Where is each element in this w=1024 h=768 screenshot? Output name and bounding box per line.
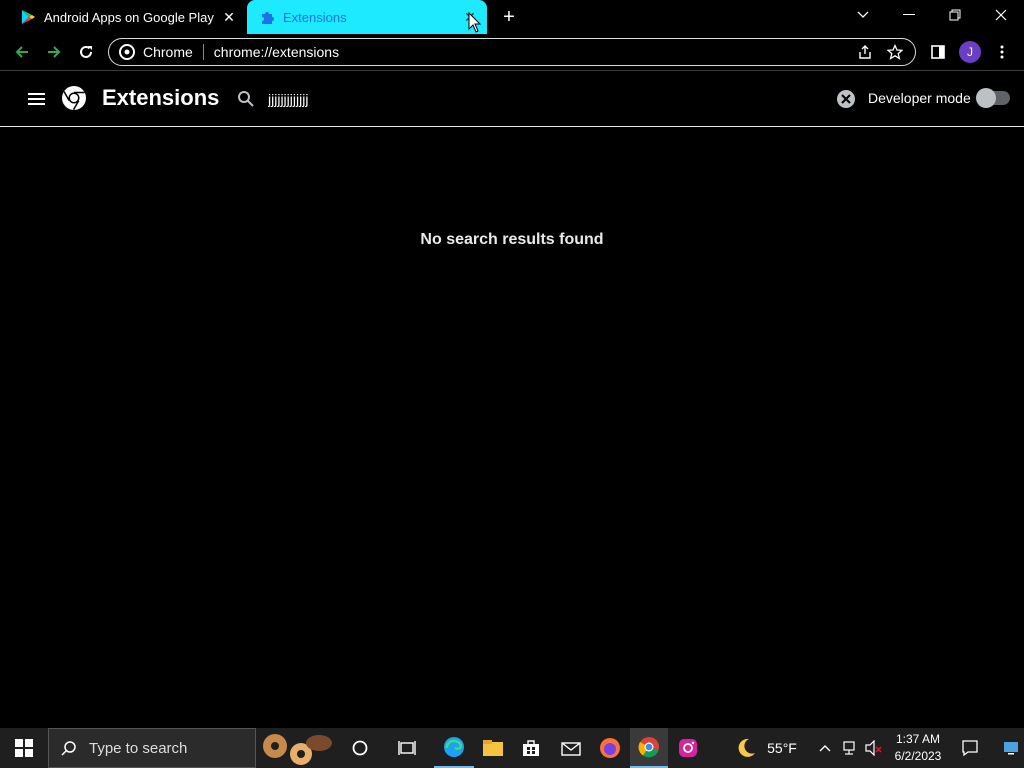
site-chip: Chrome bbox=[143, 44, 204, 60]
store-icon[interactable] bbox=[512, 728, 550, 768]
restore-button[interactable] bbox=[932, 0, 978, 30]
notifications-icon[interactable] bbox=[952, 728, 988, 768]
clear-search-icon[interactable] bbox=[836, 89, 856, 109]
page-title: Extensions bbox=[102, 85, 220, 110]
chrome-icon bbox=[119, 44, 135, 60]
tab-title: Extensions bbox=[283, 9, 347, 25]
show-hidden-icons-icon[interactable] bbox=[812, 728, 838, 768]
edge-icon[interactable] bbox=[434, 728, 474, 768]
puzzle-icon bbox=[259, 9, 275, 25]
minimize-button[interactable] bbox=[886, 0, 932, 30]
search-placeholder: Type to search bbox=[89, 739, 188, 757]
windows-logo-icon bbox=[15, 739, 33, 757]
tab-extensions[interactable]: Extensions ✕ bbox=[247, 0, 487, 34]
address-bar[interactable]: Chrome chrome://extensions bbox=[108, 38, 916, 66]
browser-toolbar: Chrome chrome://extensions J bbox=[0, 34, 1024, 70]
bookmark-star-icon[interactable] bbox=[885, 42, 905, 62]
developer-mode-toggle[interactable] bbox=[976, 88, 1010, 108]
avatar: J bbox=[959, 41, 981, 63]
search-icon bbox=[61, 741, 76, 756]
close-window-button[interactable] bbox=[978, 0, 1024, 30]
windows-taskbar: Type to search 55°F 1:37 AM 6/2/2023 bbox=[0, 728, 1024, 768]
extensions-header: Extensions Developer mode bbox=[0, 71, 1024, 126]
search-highlight-donuts-icon[interactable] bbox=[258, 728, 336, 768]
toggle-knob bbox=[976, 88, 996, 108]
close-icon[interactable]: ✕ bbox=[220, 8, 238, 26]
side-panel-icon[interactable] bbox=[926, 40, 950, 64]
taskbar-search-box[interactable]: Type to search bbox=[48, 728, 256, 768]
volume-muted-icon[interactable] bbox=[862, 728, 886, 768]
developer-mode-label: Developer mode bbox=[868, 90, 971, 106]
tab-title: Android Apps on Google Play bbox=[44, 9, 214, 25]
start-button[interactable] bbox=[0, 728, 48, 768]
forward-button[interactable] bbox=[40, 38, 68, 66]
search-extensions-input[interactable] bbox=[268, 87, 808, 111]
back-button[interactable] bbox=[8, 38, 36, 66]
tab-strip: Android Apps on Google Play ✕ Extensions… bbox=[0, 0, 1024, 34]
weather-widget[interactable]: 55°F bbox=[724, 728, 808, 768]
taskbar-clock[interactable]: 1:37 AM 6/2/2023 bbox=[888, 731, 948, 765]
clock-time: 1:37 AM bbox=[895, 732, 941, 746]
share-icon[interactable] bbox=[855, 42, 875, 62]
cortana-icon[interactable] bbox=[340, 728, 380, 768]
hamburger-menu-icon[interactable] bbox=[26, 88, 48, 110]
google-play-icon bbox=[20, 9, 36, 25]
header-divider bbox=[0, 126, 1024, 127]
mouse-cursor-icon bbox=[468, 11, 482, 34]
reload-button[interactable] bbox=[72, 38, 100, 66]
clock-date: 6/2/2023 bbox=[894, 749, 942, 763]
network-icon[interactable] bbox=[838, 728, 862, 768]
search-icon[interactable] bbox=[237, 90, 255, 108]
moon-icon bbox=[738, 738, 756, 757]
url-text[interactable]: chrome://extensions bbox=[214, 44, 855, 60]
menu-icon[interactable] bbox=[990, 40, 1014, 64]
firefox-icon[interactable] bbox=[590, 728, 630, 768]
new-tab-button[interactable]: + bbox=[499, 7, 519, 27]
chrome-taskbar-icon[interactable] bbox=[630, 728, 668, 768]
instagram-icon[interactable] bbox=[668, 728, 708, 768]
empty-state-message: No search results found bbox=[420, 231, 604, 248]
tab-google-play[interactable]: Android Apps on Google Play ✕ bbox=[8, 0, 246, 34]
tab-search-icon[interactable] bbox=[840, 0, 886, 30]
mail-icon[interactable] bbox=[552, 728, 590, 768]
weather-temp: 55°F bbox=[767, 740, 797, 756]
chrome-logo-icon bbox=[61, 85, 87, 111]
task-view-icon[interactable] bbox=[386, 728, 428, 768]
file-explorer-icon[interactable] bbox=[474, 728, 512, 768]
show-desktop-icon[interactable] bbox=[998, 728, 1024, 768]
profile-avatar[interactable]: J bbox=[958, 40, 982, 64]
